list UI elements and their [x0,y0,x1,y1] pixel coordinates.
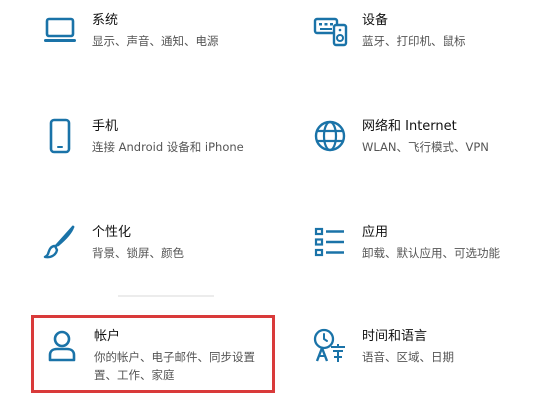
tile-phone[interactable]: 手机 连接 Android 设备和 iPhone [42,118,244,156]
globe-icon [312,118,348,154]
tile-description: 连接 Android 设备和 iPhone [92,140,244,154]
list-icon [312,224,348,260]
keyboard-speaker-icon [312,12,348,48]
tile-title: 系统 [92,13,119,28]
tile-description: 蓝牙、打印机、鼠标 [362,34,466,48]
tile-description: 背景、锁屏、颜色 [92,246,184,260]
monitor-icon [42,12,78,48]
highlight-box [31,315,275,393]
tile-description: WLAN、飞行模式、VPN [362,140,489,154]
tile-personalization[interactable]: 个性化 背景、锁屏、颜色 [42,224,184,262]
tile-description: 语音、区域、日期 [362,350,454,364]
tile-title: 应用 [362,225,389,240]
tile-title: 网络和 Internet [362,119,457,134]
phone-icon [42,118,78,154]
tile-system[interactable]: 系统 显示、声音、通知、电源 [42,12,219,50]
brush-icon [42,224,78,260]
tile-description: 卸载、默认应用、可选功能 [362,246,500,260]
tile-title: 手机 [92,119,119,134]
tile-network[interactable]: 网络和 Internet WLAN、飞行模式、VPN [312,118,489,156]
language-icon [312,328,348,364]
tile-title: 时间和语言 [362,329,428,344]
tile-title: 个性化 [92,225,132,240]
divider [118,295,214,297]
tile-devices[interactable]: 设备 蓝牙、打印机、鼠标 [312,12,466,50]
tile-apps[interactable]: 应用 卸载、默认应用、可选功能 [312,224,500,262]
tile-description: 显示、声音、通知、电源 [92,34,219,48]
tile-time-language[interactable]: 时间和语言 语音、区域、日期 [312,328,454,366]
tile-title: 设备 [362,13,389,28]
